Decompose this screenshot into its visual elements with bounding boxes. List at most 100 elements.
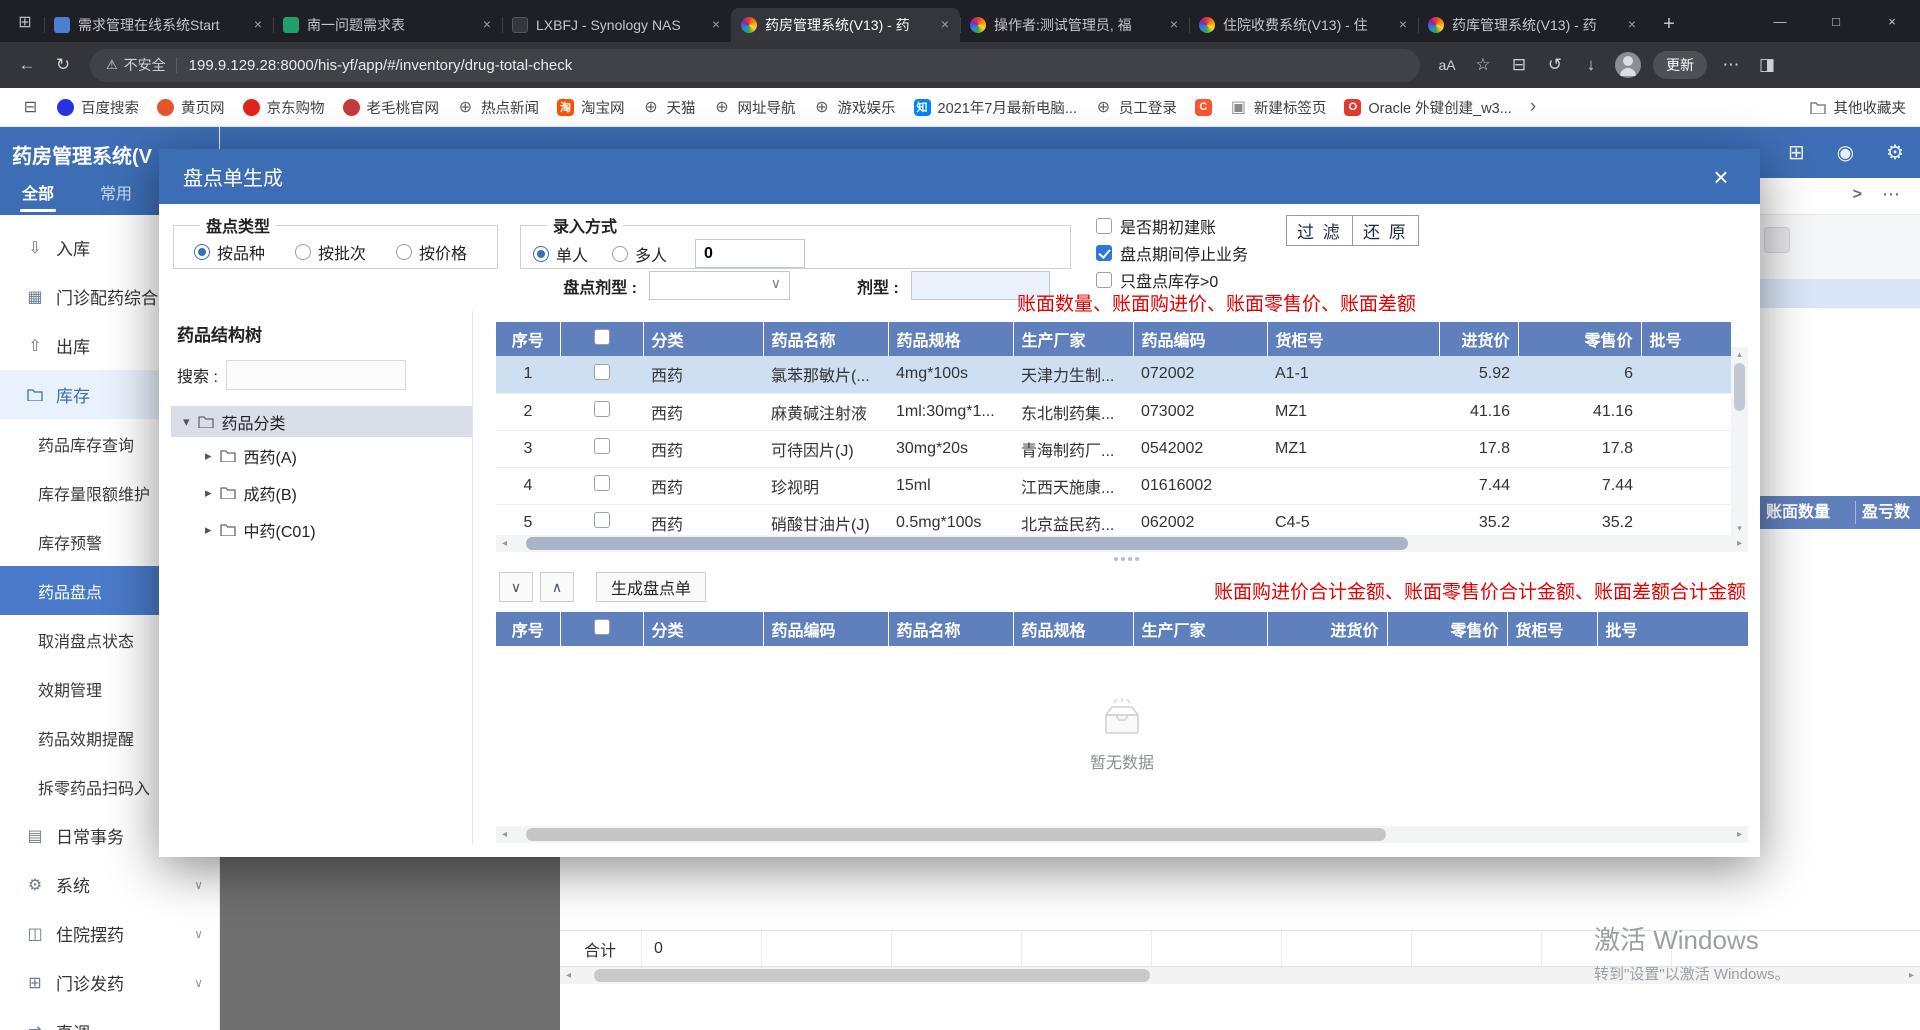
bookmark-item[interactable]: ⊟ [14,95,47,120]
bookmark-item[interactable]: 老毛桃官网 [335,93,448,122]
bookmark-item[interactable]: ⊕ 网址导航 [706,93,804,122]
entry-mode-option[interactable]: 单人 [533,242,588,266]
scrollbar-thumb[interactable] [526,537,1408,550]
bg-toolbar-button[interactable] [1764,227,1790,253]
address-input[interactable]: ⚠ 不安全 199.9.129.28:8000/his-yf/app/#/inv… [90,48,1420,82]
close-button[interactable]: × [1864,0,1920,42]
browser-tab[interactable]: 操作者:测试管理员, 福 × [960,8,1189,42]
row-checkbox[interactable] [593,475,610,491]
bookmark-item[interactable]: ⊕ 天猫 [635,93,704,122]
tabstrip-more-icon[interactable]: ⋯ [1882,184,1900,205]
scroll-up-icon[interactable]: ▴ [1731,347,1748,361]
bookmark-item[interactable]: C [1187,95,1220,120]
sidebar-toggle-icon[interactable]: ◨ [1750,49,1784,81]
scroll-left-icon[interactable]: ◂ [496,538,513,549]
dialog-close-icon[interactable]: × [1706,162,1736,192]
header-checkbox[interactable] [593,618,610,635]
browser-tab[interactable]: 需求管理在线系统Start × [44,8,273,42]
sidebar-item-系统[interactable]: ⚙ 系统 ∨ [0,860,219,909]
tab-close-icon[interactable]: × [1623,16,1641,34]
generate-inventory-button[interactable]: 生成盘点单 [596,572,707,602]
downloads-icon[interactable]: ↓ [1574,49,1608,81]
caret-down-icon[interactable]: ▾ [183,414,190,430]
splitter-handle[interactable] [1114,557,1139,561]
minimize-button[interactable]: — [1752,0,1808,42]
update-button[interactable]: 更新 [1653,51,1707,79]
scroll-right-icon[interactable]: ▸ [1903,970,1920,981]
bookmarks-overflow-chevron[interactable]: › [1526,96,1540,118]
person-count-input[interactable] [695,239,806,268]
select-all-cell[interactable] [560,322,644,356]
tree-node[interactable]: ▸ 成药(B) [171,474,472,511]
browser-tab[interactable]: 住院收费系统(V13) - 住 × [1189,8,1418,42]
bookmark-item[interactable]: O Oracle 外键创建_w3... [1336,93,1519,122]
app-grid-icon[interactable]: ⊞ [1788,140,1805,165]
bookmark-item[interactable]: 黄页网 [149,93,233,122]
tab-close-icon[interactable]: × [1394,16,1412,34]
row-checkbox[interactable] [593,512,610,528]
drug-row[interactable]: 1 西药 氯苯那敏片(... 4mg*100s 天津力生制... 072002 A1-1 5.… [496,356,1731,394]
restore-button[interactable]: 还 原 [1352,215,1419,246]
favorites-star-icon[interactable]: ☆ [1466,49,1500,81]
profile-avatar[interactable] [1615,52,1641,78]
other-favorites-button[interactable]: 其他收藏夹 [1809,97,1906,118]
drug-row[interactable]: 3 西药 可待因片(J) 30mg*20s 青海制药厂... 0542002 MZ1 17.8… [496,430,1731,468]
history-icon[interactable]: ↺ [1538,49,1572,81]
browser-tab[interactable]: 药房管理系统(V13) - 药 × [731,8,960,42]
bookmark-item[interactable]: ▣ 新建标签页 [1222,93,1335,122]
security-label[interactable]: 不安全 [124,55,166,75]
table-horizontal-scrollbar[interactable]: ◂ ▸ [496,535,1748,552]
caret-right-icon[interactable]: ▸ [205,448,212,464]
tab-close-icon[interactable]: × [249,16,267,34]
inventory-type-option[interactable]: 按批次 [295,240,366,264]
select-all-cell[interactable] [560,612,644,646]
tab-close-icon[interactable]: × [707,16,725,34]
tree-node-root[interactable]: ▾ 药品分类 [171,406,472,437]
bookmark-item[interactable]: ⊕ 游戏娱乐 [806,93,904,122]
collections-icon[interactable]: ⊟ [1502,49,1536,81]
dialog-checkbox[interactable]: 是否期初建账 [1096,213,1248,238]
tree-search-input[interactable] [225,360,406,390]
header-checkbox[interactable] [593,328,610,345]
drug-row[interactable]: 4 西药 珍视明 15ml 江西天施康... 01616002 7.44 7.44 [496,467,1731,505]
tabstrip-next-icon[interactable]: > [1853,186,1862,204]
scroll-down-icon[interactable]: ▾ [1731,521,1748,535]
inventory-type-option[interactable]: 按价格 [396,240,467,264]
caret-right-icon[interactable]: ▸ [205,485,212,501]
entry-mode-option[interactable]: 多人 [612,242,667,266]
row-checkbox[interactable] [593,363,610,380]
more-menu-icon[interactable]: ⋯ [1714,49,1748,81]
maximize-button[interactable]: □ [1808,0,1864,42]
sidebar-item-门诊发药[interactable]: ⊞ 门诊发药 ∨ [0,958,219,1007]
filter-button[interactable]: 过 滤 [1286,215,1353,246]
bookmark-item[interactable]: 知 2021年7月最新电脑... [906,93,1085,122]
row-checkbox[interactable] [593,438,610,454]
bookmark-item[interactable]: 百度搜索 [49,93,147,122]
scrollbar-thumb[interactable] [594,969,1150,982]
bookmark-item[interactable]: ⊕ 热点新闻 [449,93,547,122]
scroll-right-icon[interactable]: ▸ [1731,829,1748,840]
bookmark-item[interactable]: 淘淘宝网 [549,93,633,122]
bookmark-item[interactable]: ⊕ 员工登录 [1087,93,1185,122]
tab-actions-icon[interactable]: ⊞ [10,7,40,37]
browser-tab[interactable]: 南一问题需求表 × [273,8,502,42]
move-down-button[interactable]: ∨ [499,572,533,602]
bookmark-item[interactable]: 京东购物 [235,93,333,122]
tab-close-icon[interactable]: × [936,16,954,34]
app-settings-gear-icon[interactable]: ⚙ [1886,140,1904,165]
app-monitor-icon[interactable]: ◉ [1837,140,1854,165]
lower-table-horizontal-scrollbar[interactable]: ◂ ▸ [496,826,1748,843]
refresh-icon[interactable]: ↻ [46,49,80,81]
dialog-checkbox[interactable]: 盘点期间停止业务 [1096,240,1248,265]
scroll-right-icon[interactable]: ▸ [1731,538,1748,549]
back-icon[interactable]: ← [10,49,44,81]
read-aloud-icon[interactable]: aA [1430,49,1464,81]
row-checkbox[interactable] [593,401,610,417]
drug-row[interactable]: 2 西药 麻黄碱注射液 1ml:30mg*1... 东北制药集... 073002 MZ1 4… [496,393,1731,431]
sidebar-tab-常用[interactable]: 常用 [100,178,132,215]
browser-tab[interactable]: 药库管理系统(V13) - 药 × [1418,8,1647,42]
tab-close-icon[interactable]: × [478,16,496,34]
scroll-left-icon[interactable]: ◂ [560,970,577,981]
new-tab-button[interactable]: + [1655,10,1683,38]
sidebar-item-直调[interactable]: ⇄ 直调 [0,1007,219,1030]
